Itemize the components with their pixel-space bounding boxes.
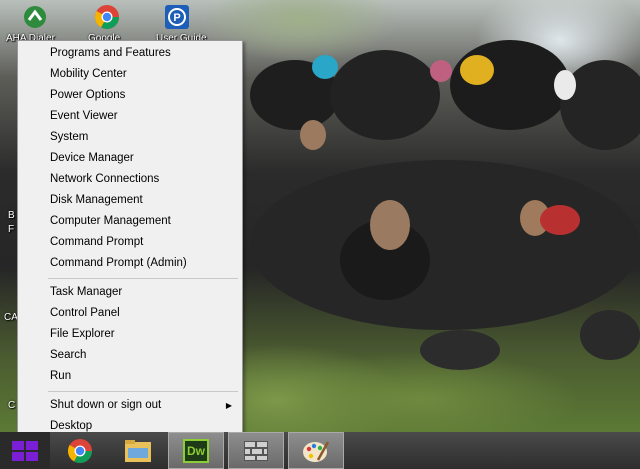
brick-wall-icon <box>244 440 268 461</box>
desktop-icon-label: B <box>8 210 15 221</box>
wallpaper-shape <box>554 70 576 100</box>
wallpaper-shape <box>540 205 580 235</box>
user-guide-desktop-icon[interactable]: P <box>160 2 194 32</box>
menu-item-programs-and-features[interactable]: Programs and Features <box>18 43 242 64</box>
menu-item-network-connections[interactable]: Network Connections <box>18 169 242 190</box>
taskbar-file-explorer-button[interactable] <box>110 432 166 469</box>
wallpaper-shape <box>450 40 570 130</box>
taskbar-paint-button[interactable] <box>288 432 344 469</box>
taskbar-chrome-button[interactable] <box>52 432 108 469</box>
aiu-dialer-icon[interactable] <box>18 2 52 32</box>
menu-item-command-prompt-admin[interactable]: Command Prompt (Admin) <box>18 253 242 274</box>
dreamweaver-icon: Dw <box>183 438 209 463</box>
svg-text:P: P <box>173 12 180 24</box>
chrome-icon <box>94 5 119 30</box>
menu-item-device-manager[interactable]: Device Manager <box>18 148 242 169</box>
menu-item-system[interactable]: System <box>18 127 242 148</box>
wallpaper-shape <box>370 200 410 250</box>
desktop-icon-label: F <box>8 224 15 235</box>
dialer-icon <box>24 6 46 28</box>
taskbar: Dw <box>0 432 640 469</box>
winx-context-menu: Programs and Features Mobility Center Po… <box>17 40 243 440</box>
help-icon: P <box>165 5 189 29</box>
wallpaper-shape <box>250 160 640 330</box>
menu-item-run[interactable]: Run <box>18 366 242 387</box>
wallpaper-shape <box>300 120 326 150</box>
menu-item-task-manager[interactable]: Task Manager <box>18 282 242 303</box>
menu-separator <box>48 391 238 392</box>
menu-item-control-panel[interactable]: Control Panel <box>18 303 242 324</box>
wallpaper-shape <box>460 55 494 85</box>
menu-item-file-explorer[interactable]: File Explorer <box>18 324 242 345</box>
taskbar-brick-app-button[interactable] <box>228 432 284 469</box>
wallpaper-shape <box>312 55 338 79</box>
menu-item-label: Shut down or sign out <box>50 399 162 411</box>
folder-icon <box>125 439 151 462</box>
start-button[interactable] <box>0 432 50 469</box>
desktop-icon-label: CA <box>4 312 18 323</box>
taskbar-dreamweaver-button[interactable]: Dw <box>168 432 224 469</box>
menu-item-command-prompt[interactable]: Command Prompt <box>18 232 242 253</box>
wallpaper-shape <box>330 50 440 140</box>
google-chrome-desktop-icon[interactable] <box>90 2 124 32</box>
menu-item-event-viewer[interactable]: Event Viewer <box>18 106 242 127</box>
menu-separator <box>48 278 238 279</box>
paint-palette-icon <box>303 440 330 462</box>
desktop-icon-label: C <box>8 400 16 411</box>
menu-item-power-options[interactable]: Power Options <box>18 85 242 106</box>
wallpaper-shape <box>580 310 640 360</box>
menu-item-disk-management[interactable]: Disk Management <box>18 190 242 211</box>
wallpaper-shape <box>430 60 452 82</box>
windows-start-icon <box>12 440 38 461</box>
menu-item-shut-down-or-sign-out[interactable]: Shut down or sign out ▶ <box>18 395 242 416</box>
menu-item-mobility-center[interactable]: Mobility Center <box>18 64 242 85</box>
menu-item-computer-management[interactable]: Computer Management <box>18 211 242 232</box>
menu-item-search[interactable]: Search <box>18 345 242 366</box>
dreamweaver-icon-label: Dw <box>187 443 205 458</box>
chrome-icon <box>67 438 92 463</box>
wallpaper-shape <box>420 330 500 370</box>
submenu-arrow-icon: ▶ <box>225 401 232 410</box>
